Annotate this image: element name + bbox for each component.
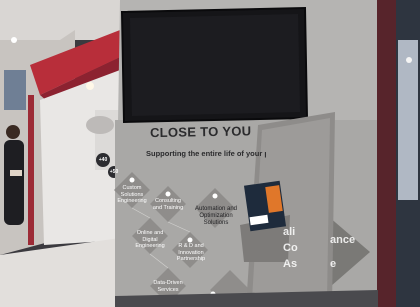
- exhibition-booth-scene: CLOSE TO YOU Supporting the entire life …: [0, 0, 420, 307]
- diamond-label-data-driven: Data-Driven Services: [153, 280, 183, 293]
- stat-badge-2: +50: [109, 169, 119, 175]
- diamond-label-rd-innovation: R & D and Innovation Partnership: [176, 243, 206, 262]
- poster-left: [4, 70, 26, 110]
- partial-text-line1-right: ance: [330, 234, 356, 246]
- partial-text-line1: ali: [283, 226, 296, 238]
- partial-text-line3-right: e: [330, 258, 337, 270]
- visitor-silhouette: [4, 140, 24, 225]
- diamond-label-online-digital: Online and Digital Engineering: [135, 230, 165, 249]
- diamond-label-custom-solutions: Custom Solutions Engineering: [117, 185, 147, 204]
- partial-text-line3: As: [283, 258, 298, 270]
- partial-text-line2: Co: [283, 242, 298, 254]
- stat-badge-1: +40: [98, 157, 108, 163]
- panel-heading: CLOSE TO YOU: [149, 123, 252, 141]
- brochure: [243, 180, 287, 232]
- panel-subheading: Supporting the entire life of your proje…: [146, 149, 266, 158]
- diamond-label-automation: Automation and Optimization Solutions: [194, 206, 238, 226]
- diamond-label-consulting: Consulting and Training: [152, 198, 184, 211]
